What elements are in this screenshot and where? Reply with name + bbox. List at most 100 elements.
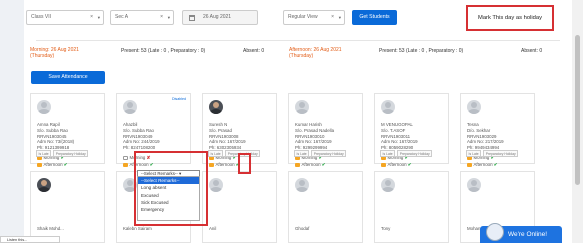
checkbox-box[interactable]	[37, 162, 42, 168]
listen-bar[interactable]: Listen this...	[0, 236, 60, 243]
attendance-page: Class VII × ▾ Sec A × ▾ 26 Aug 2021 Regu…	[24, 0, 572, 243]
student-card: Tesna D/o. Sekhar RRVN1903029 Adm No: 21…	[460, 93, 535, 168]
clear-icon[interactable]: ×	[90, 11, 93, 24]
student-info: Tony	[381, 226, 390, 232]
student-info: M VENUGOPAL S/o. T.ASOF RRVN1903011 Adm …	[381, 122, 418, 151]
is-late-tag[interactable]: Is Late	[466, 150, 482, 157]
preparatory-holiday-tag[interactable]: Preparatory Holiday	[397, 150, 433, 157]
check-icon: ✔	[407, 162, 412, 167]
tag-row: Is Late Preparatory Holiday	[36, 150, 90, 157]
chat-widget[interactable]: We're Online!	[480, 223, 562, 243]
view-select-value: Regular View	[288, 14, 318, 20]
date-value: 26 Aug 2021	[203, 14, 232, 20]
preparatory-holiday-tag[interactable]: Preparatory Holiday	[53, 150, 89, 157]
checkbox-box[interactable]	[209, 162, 214, 168]
is-late-tag[interactable]: Is Late	[294, 150, 310, 157]
student-name: Tony	[381, 226, 391, 231]
student-info: Kumar Harish S/o. Prasad Nadella RRVN190…	[295, 122, 334, 151]
highlight-box	[238, 153, 251, 174]
highlight-box	[134, 151, 208, 226]
date-picker[interactable]: 26 Aug 2021	[182, 10, 258, 25]
student-card: Anil	[202, 171, 277, 243]
morning-present: Present: 53 (Late : 0 , Preparatory : 0)	[121, 48, 206, 54]
afternoon-label: Afternoon	[473, 162, 493, 167]
checkbox-box[interactable]	[295, 162, 300, 168]
check-icon: ✔	[321, 162, 326, 167]
student-info: Suresh N S/o. Prasad RRVN1903008 Adm No:…	[209, 122, 246, 151]
chat-avatar-icon	[486, 223, 504, 241]
avatar	[295, 100, 309, 114]
preparatory-holiday-tag[interactable]: Preparatory Holiday	[483, 150, 519, 157]
student-info: Ghodaf	[295, 226, 309, 232]
afternoon-checkbox[interactable]: Afternoon ✔	[467, 162, 497, 168]
class-select[interactable]: Class VII × ▾	[26, 10, 104, 25]
student-card: Ghodaf	[288, 171, 363, 243]
student-card: Shaik Mohd...	[30, 171, 105, 243]
student-name: Anil	[209, 226, 217, 231]
afternoon-present: Present: 53 (Late : 0 , Preparatory : 0)	[379, 48, 464, 54]
morning-heading: Morning: 26 Aug 2021 (Thursday)	[30, 47, 79, 60]
afternoon-absent: Absent: 0	[521, 48, 543, 54]
chevron-down-icon: ▾	[167, 15, 170, 20]
preparatory-holiday-tag[interactable]: Preparatory Holiday	[311, 150, 347, 157]
student-name: M VENUGOPAL	[381, 122, 413, 127]
student-parent: S/o. Prasad Nadella	[295, 127, 335, 133]
student-card: Kumar Harish S/o. Prasad Nadella RRVN190…	[288, 93, 363, 168]
avatar	[467, 100, 481, 114]
avatar	[467, 178, 481, 192]
checkbox-box[interactable]	[381, 162, 386, 168]
view-select[interactable]: Regular View × ▾	[283, 10, 345, 25]
chevron-down-icon: ▾	[97, 15, 100, 20]
morning-absent: Absent: 0	[243, 48, 265, 54]
afternoon-day: (Thursday)	[289, 52, 314, 59]
is-late-tag[interactable]: Is Late	[380, 150, 396, 157]
avatar	[381, 100, 395, 114]
disabled-link[interactable]: Disabled	[172, 97, 186, 101]
student-card: Tony	[374, 171, 449, 243]
is-late-tag[interactable]: Is Late	[208, 150, 224, 157]
afternoon-heading: Afternoon: 26 Aug 2021 (Thursday)	[289, 47, 342, 60]
clear-icon[interactable]: ×	[331, 11, 334, 24]
check-icon: ✔	[493, 162, 498, 167]
tag-row: Is Late Preparatory Holiday	[294, 150, 348, 157]
is-late-tag[interactable]: Is Late	[36, 150, 52, 157]
tag-row: Is Late Preparatory Holiday	[208, 150, 262, 157]
divider	[36, 40, 560, 41]
check-icon: ✔	[63, 162, 68, 167]
morning-day: (Thursday)	[30, 52, 55, 59]
student-card: M VENUGOPAL S/o. T.ASOF RRVN1903011 Adm …	[374, 93, 449, 168]
avatar	[381, 178, 395, 192]
avatar	[37, 178, 51, 192]
section-select[interactable]: Sec A × ▾	[110, 10, 174, 25]
afternoon-checkbox[interactable]: Afternoon ✔	[381, 162, 411, 168]
afternoon-checkbox[interactable]: Afternoon ✔	[37, 162, 67, 168]
avatar	[209, 100, 223, 114]
student-info: Amna Rapil S/o. Subba Rao RRVN1903045 Ad…	[37, 122, 74, 151]
scrollbar[interactable]	[572, 0, 583, 243]
mark-holiday-button[interactable]: Mark This day as holiday	[466, 5, 554, 31]
afternoon-checkbox[interactable]: Afternoon ✔	[209, 162, 239, 168]
get-students-button[interactable]: Get Students	[352, 10, 397, 25]
avatar	[123, 100, 137, 114]
section-select-value: Sec A	[115, 14, 129, 20]
clear-icon[interactable]: ×	[160, 11, 163, 24]
checkbox-box[interactable]	[123, 155, 128, 161]
student-name: Kalebn Sairam	[123, 226, 152, 231]
chevron-down-icon: ▾	[338, 15, 341, 20]
save-attendance-button[interactable]: Save Attendance	[31, 71, 105, 84]
student-info: Tesna D/o. Sekhar RRVN1903029 Adm No: 21…	[467, 122, 504, 151]
student-name: Shaik Mohd...	[37, 226, 64, 231]
afternoon-label: Afternoon	[301, 162, 321, 167]
afternoon-checkbox[interactable]: Afternoon ✔	[295, 162, 325, 168]
calendar-icon	[189, 15, 195, 21]
student-info: Anil	[209, 226, 216, 232]
checkbox-box[interactable]	[123, 162, 128, 168]
afternoon-label: Afternoon	[43, 162, 63, 167]
scrollbar-thumb[interactable]	[575, 35, 580, 185]
student-name: Ghodaf	[295, 226, 310, 231]
avatar	[295, 178, 309, 192]
tag-row: Is Late Preparatory Holiday	[466, 150, 520, 157]
checkbox-box[interactable]	[467, 162, 472, 168]
tag-row: Is Late Preparatory Holiday	[380, 150, 434, 157]
student-info: Shaik Mohd...	[37, 226, 64, 232]
